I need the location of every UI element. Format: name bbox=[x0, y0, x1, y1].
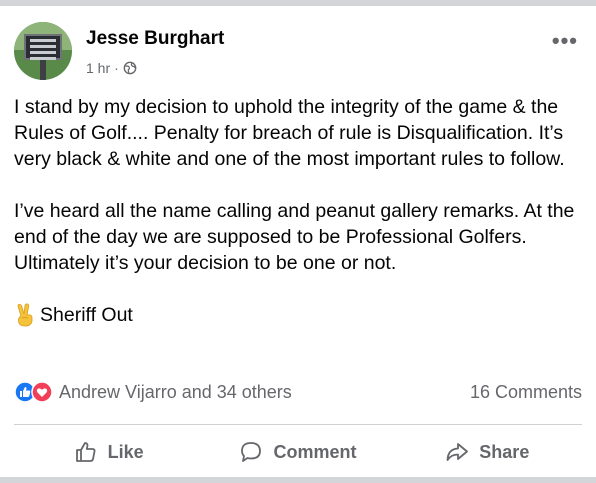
post-meta: 1 hr · bbox=[86, 60, 137, 76]
meta-separator: · bbox=[114, 60, 119, 76]
victory-hand-icon bbox=[17, 303, 33, 327]
post-paragraph: I’ve heard all the name calling and pean… bbox=[14, 200, 575, 274]
signoff-text: Sheriff Out bbox=[40, 304, 133, 326]
comment-bubble-icon bbox=[241, 442, 262, 462]
post-header: Jesse Burghart 1 hr · ••• bbox=[14, 22, 582, 84]
post-body: I stand by my decision to uphold the int… bbox=[14, 94, 586, 328]
reaction-icons[interactable] bbox=[14, 381, 53, 403]
post-time[interactable]: 1 hr bbox=[86, 60, 110, 76]
post-card: Jesse Burghart 1 hr · ••• I stand by my … bbox=[0, 6, 596, 477]
thumbs-up-icon bbox=[75, 442, 96, 462]
like-button[interactable]: Like bbox=[14, 440, 203, 464]
comments-count[interactable]: 16 Comments bbox=[470, 382, 582, 403]
love-reaction-icon bbox=[31, 381, 53, 403]
share-arrow-icon bbox=[446, 443, 469, 461]
share-label: Share bbox=[479, 441, 530, 462]
avatar[interactable] bbox=[14, 22, 72, 80]
comment-button[interactable]: Comment bbox=[203, 440, 392, 464]
action-bar: Like Comment Share bbox=[14, 432, 582, 472]
comment-label: Comment bbox=[273, 441, 357, 462]
divider bbox=[14, 424, 582, 425]
more-options-icon[interactable]: ••• bbox=[552, 28, 578, 54]
reactions-summary[interactable]: Andrew Vijarro and 34 others bbox=[59, 382, 292, 403]
like-label: Like bbox=[107, 441, 144, 462]
reactions-bar: Andrew Vijarro and 34 others 16 Comments bbox=[14, 378, 582, 406]
globe-icon[interactable] bbox=[123, 61, 137, 75]
signoff-line: Sheriff Out bbox=[14, 302, 586, 328]
share-button[interactable]: Share bbox=[393, 440, 582, 464]
author-name[interactable]: Jesse Burghart bbox=[86, 28, 224, 50]
post-paragraph: I stand by my decision to uphold the int… bbox=[14, 96, 565, 170]
